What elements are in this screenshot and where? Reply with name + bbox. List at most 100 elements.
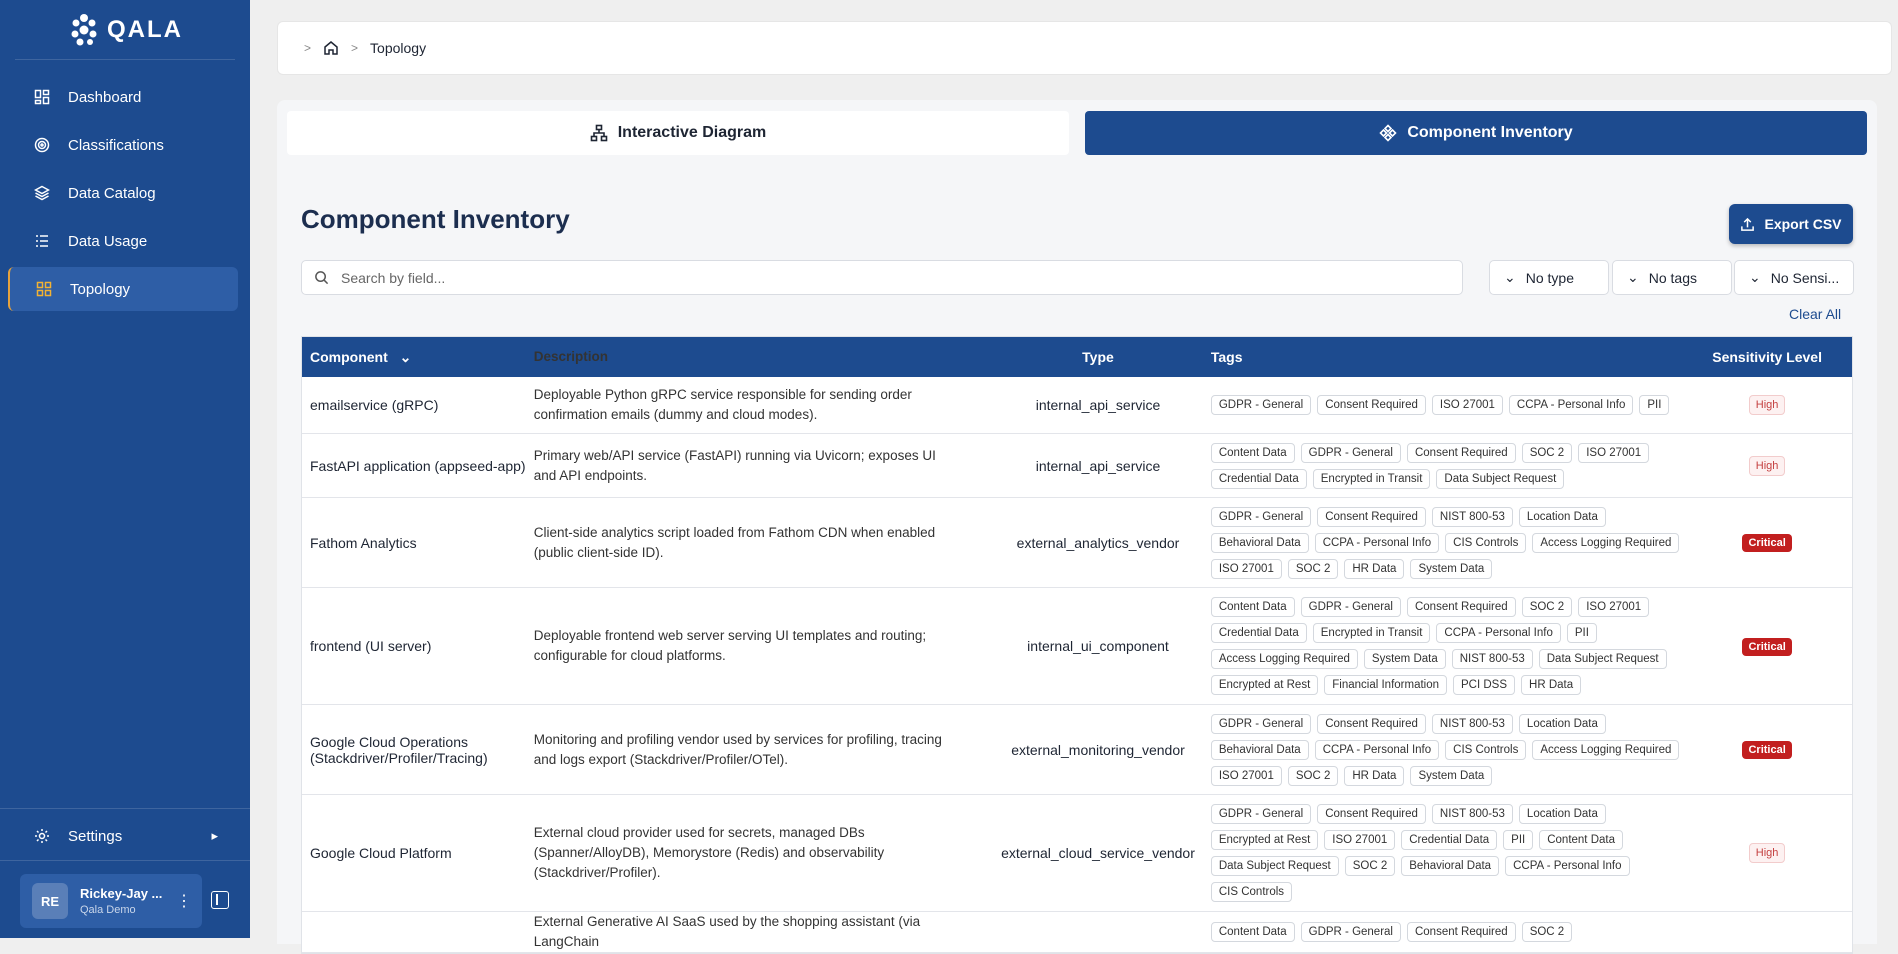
- tag-chip: PII: [1639, 395, 1670, 415]
- view-tabs: Interactive Diagram Component Inventory: [287, 111, 1867, 155]
- tag-chip: ISO 27001: [1431, 395, 1503, 415]
- component-type: internal_api_service: [1035, 397, 1161, 413]
- col-sensitivity: Sensitivity Level: [1712, 349, 1822, 365]
- tag-chip: Behavioral Data: [1210, 739, 1309, 760]
- search-icon: [315, 271, 329, 285]
- table-row[interactable]: emailservice (gRPC) Deployable Python gRP…: [302, 377, 1852, 434]
- tag-chip: HR Data: [1344, 558, 1405, 579]
- sidebar-item-label: Topology: [70, 280, 131, 298]
- qala-logo[interactable]: QALA: [15, 0, 235, 60]
- sensitivity-badge: Critical: [1742, 534, 1792, 552]
- dashboard-icon: [34, 89, 50, 105]
- user-card[interactable]: RE Rickey-Jay ... Qala Demo ⋮: [20, 874, 202, 928]
- tags-filter[interactable]: ⌄ No tags: [1612, 260, 1732, 295]
- tag-chip: Access Logging Required: [1210, 649, 1358, 669]
- tag-chip: GDPR - General: [1210, 713, 1312, 734]
- component-description: Deployable Python gRPC service responsib…: [533, 387, 912, 422]
- chevron-right-icon: >: [351, 41, 359, 55]
- tag-chip: PII: [1566, 623, 1597, 643]
- tag-chip: Consent Required: [1406, 597, 1516, 617]
- home-icon[interactable]: [323, 40, 339, 56]
- tag-chip: Credential Data: [1210, 468, 1307, 489]
- table-row[interactable]: frontend (UI server) Deployable frontend …: [302, 588, 1852, 705]
- tag-chip: Data Subject Request: [1436, 468, 1565, 489]
- sidebar-item-data-catalog[interactable]: Data Catalog: [8, 171, 238, 215]
- tag-chip: Credential Data: [1401, 830, 1498, 850]
- tag-chip: CCPA - Personal Info: [1436, 623, 1561, 643]
- page-title: Component Inventory: [301, 204, 570, 234]
- tag-chip: PCI DSS: [1453, 675, 1516, 695]
- sensitivity-badge: Critical: [1742, 637, 1792, 656]
- col-component[interactable]: Component ⌄: [302, 349, 534, 366]
- component-description: External cloud provider used for secrets…: [533, 825, 885, 880]
- tab-label: Component Inventory: [1407, 124, 1573, 141]
- export-csv-button[interactable]: Export CSV: [1729, 204, 1853, 244]
- component-tags: GDPR - General Consent Required NIST 800-5…: [1203, 798, 1682, 908]
- component-description: Client-side analytics script loaded from…: [533, 524, 936, 560]
- tag-chip: HR Data: [1521, 675, 1582, 695]
- tag-chip: GDPR - General: [1210, 506, 1312, 527]
- tab-label: Interactive Diagram: [617, 124, 767, 141]
- component-name: Google Cloud Platform: [310, 845, 452, 861]
- component-tags: Content Data GDPR - General Consent Requir…: [1203, 437, 1682, 495]
- tag-chip: Consent Required: [1317, 506, 1426, 527]
- search-input[interactable]: [341, 269, 1341, 286]
- tag-chip: Consent Required: [1317, 713, 1426, 734]
- user-name: Rickey-Jay ...: [80, 886, 163, 901]
- tag-chip: ISO 27001: [1578, 597, 1650, 617]
- tag-chip: NIST 800-53: [1431, 506, 1513, 527]
- tag-chip: GDPR - General: [1300, 442, 1401, 463]
- settings-section: Settings ▸: [0, 808, 250, 862]
- sidebar-item-settings[interactable]: Settings ▸: [8, 814, 238, 858]
- table-row[interactable]: External Generative AI SaaS used by the …: [302, 912, 1852, 953]
- sidebar-item-dashboard[interactable]: Dashboard: [8, 75, 238, 119]
- sensitivity-badge: High: [1748, 843, 1786, 863]
- user-org: Qala Demo: [80, 904, 136, 916]
- component-tags: GDPR - General Consent Required NIST 800-5…: [1203, 708, 1682, 792]
- component-description: External Generative AI SaaS used by the …: [533, 914, 921, 949]
- collapse-sidebar-icon[interactable]: [211, 891, 229, 909]
- sort-chevron-icon: ⌄: [399, 348, 412, 365]
- user-info: Rickey-Jay ... Qala Demo: [80, 886, 162, 916]
- clear-all-link[interactable]: Clear All: [1789, 306, 1841, 322]
- filter-label: No Sensi...: [1770, 269, 1840, 286]
- tab-component-inventory[interactable]: Component Inventory: [1085, 111, 1867, 155]
- tab-interactive-diagram[interactable]: Interactive Diagram: [287, 111, 1069, 155]
- sensitivity-badge: Critical: [1742, 741, 1792, 759]
- component-tags: GDPR - General Consent Required ISO 27001 C…: [1203, 389, 1682, 421]
- component-type: internal_api_service: [1035, 457, 1161, 474]
- tag-chip: Behavioral Data: [1401, 856, 1500, 876]
- chevron-down-icon: ⌄: [1627, 269, 1639, 285]
- more-vertical-icon[interactable]: ⋮: [176, 891, 192, 911]
- component-description: Primary web/API service (FastAPI) runnin…: [533, 447, 936, 483]
- chevron-right-icon: >: [304, 41, 312, 55]
- col-description: Description: [533, 349, 608, 364]
- sidebar-item-label: Dashboard: [68, 88, 142, 106]
- sensitivity-cell: High: [1682, 843, 1852, 863]
- component-tags: GDPR - General Consent Required NIST 800-5…: [1203, 501, 1682, 585]
- sidebar-item-topology[interactable]: Topology: [8, 267, 238, 311]
- table-header: Component ⌄ Description Type Tags Sensit…: [302, 337, 1852, 377]
- table-row[interactable]: FastAPI application (appseed-app) Primary…: [302, 434, 1852, 498]
- tag-chip: Financial Information: [1324, 675, 1448, 695]
- tag-chip: Content Data: [1210, 442, 1295, 463]
- table-row[interactable]: Google Cloud Platform External cloud prov…: [302, 795, 1852, 912]
- tag-chip: NIST 800-53: [1431, 713, 1513, 734]
- tag-chip: Encrypted at Rest: [1210, 830, 1319, 850]
- tag-chip: Consent Required: [1406, 442, 1516, 463]
- tag-chip: GDPR - General: [1300, 597, 1401, 617]
- breadcrumb: > > Topology: [277, 21, 1892, 75]
- chevron-right-icon: ▸: [211, 828, 218, 843]
- tag-chip: Encrypted at Rest: [1210, 675, 1319, 695]
- table-row[interactable]: Google Cloud Operations (Stackdriver/Pro…: [302, 705, 1852, 795]
- sensitivity-filter[interactable]: ⌄ No Sensi...: [1734, 260, 1854, 295]
- chevron-down-icon: ⌄: [1749, 269, 1761, 285]
- table-row[interactable]: Fathom Analytics Client-side analytics sc…: [302, 498, 1852, 588]
- sensitivity-badge: High: [1748, 455, 1786, 476]
- component-name: Google Cloud Operations (Stackdriver/Pro…: [310, 733, 488, 766]
- sidebar-item-classifications[interactable]: Classifications: [8, 123, 238, 167]
- sidebar-item-data-usage[interactable]: Data Usage: [8, 219, 238, 263]
- type-filter[interactable]: ⌄ No type: [1489, 260, 1609, 295]
- components-icon: [1379, 124, 1397, 142]
- tag-chip: SOC 2: [1521, 922, 1573, 942]
